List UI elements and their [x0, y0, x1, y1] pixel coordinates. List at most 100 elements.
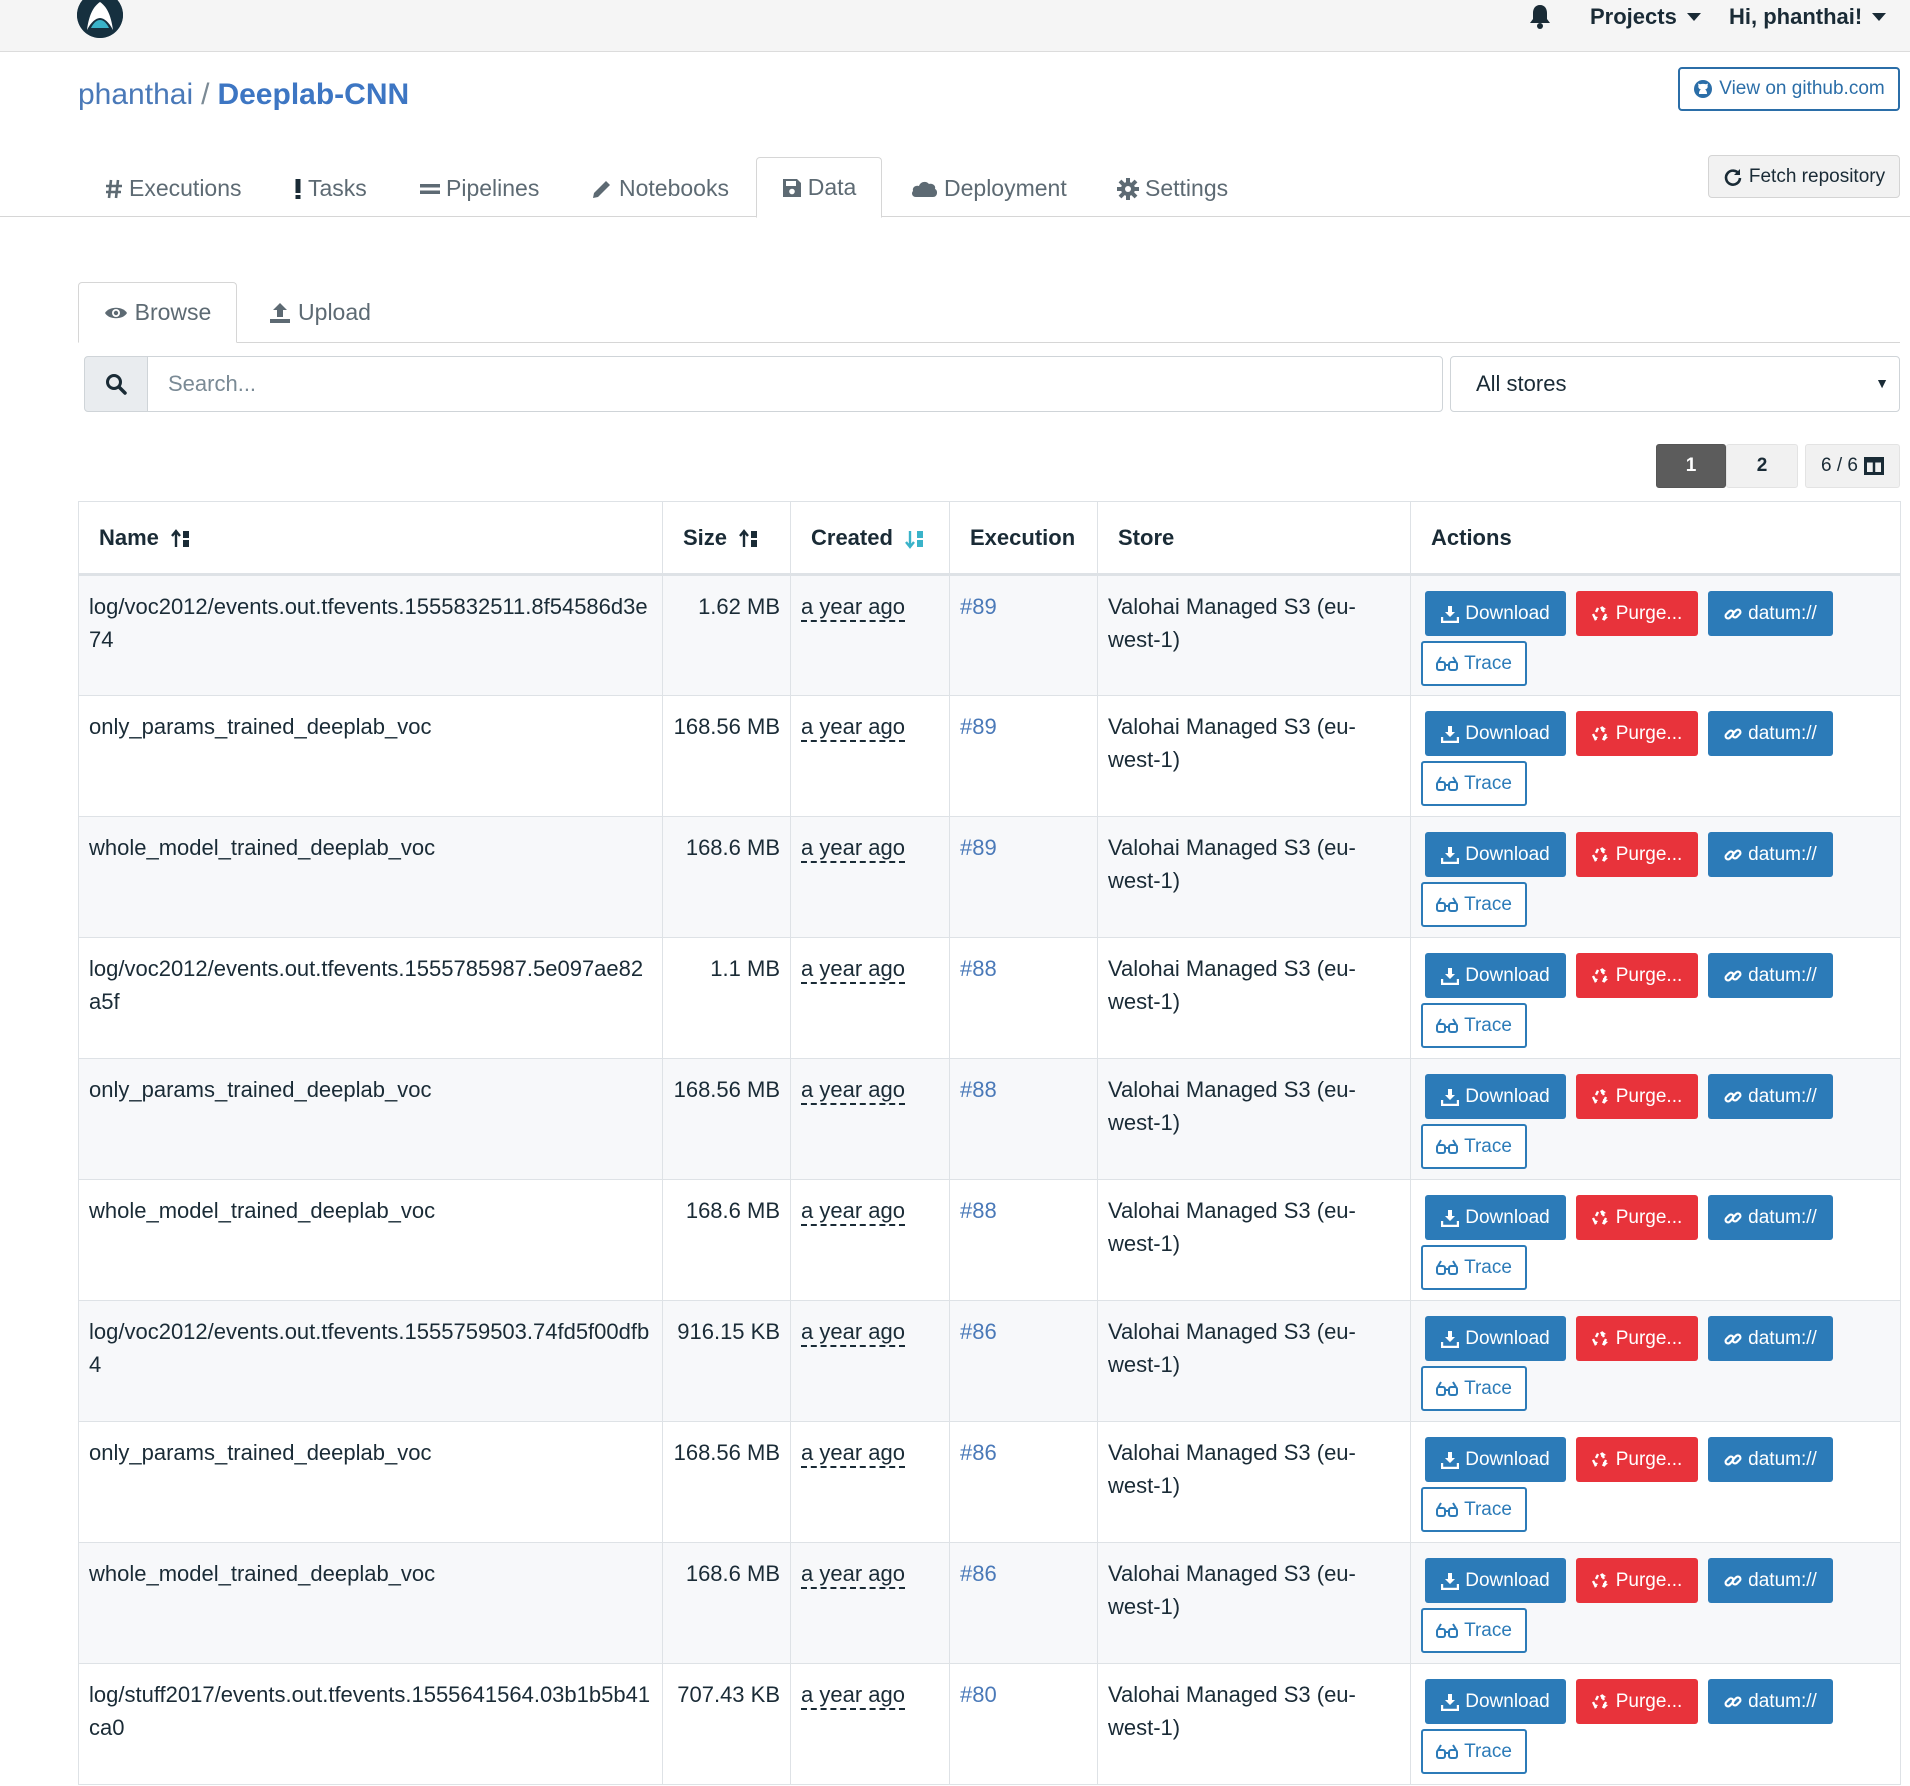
download-icon [1441, 1693, 1460, 1711]
store-select[interactable]: All stores ▼ [1450, 356, 1900, 412]
datum-link-button[interactable]: datum:// [1708, 1074, 1833, 1119]
tab-settings[interactable]: Settings [1117, 160, 1228, 217]
datum-label: datum:// [1748, 844, 1817, 865]
datum-link-button[interactable]: datum:// [1708, 1558, 1833, 1603]
download-button[interactable]: Download [1425, 1679, 1566, 1724]
valohai-logo-icon[interactable] [77, 0, 123, 38]
page-button-2[interactable]: 2 [1726, 444, 1798, 488]
trace-button[interactable]: Trace [1421, 1124, 1527, 1169]
tab-pipelines[interactable]: Pipelines [420, 160, 539, 217]
execution-link[interactable]: #88 [960, 956, 997, 981]
trace-button[interactable]: Trace [1421, 1608, 1527, 1653]
datum-link-button[interactable]: datum:// [1708, 711, 1833, 756]
trace-button[interactable]: Trace [1421, 1003, 1527, 1048]
purge-button[interactable]: Purge... [1576, 1679, 1698, 1724]
page-button-1[interactable]: 1 [1656, 444, 1726, 488]
gear-icon [1117, 177, 1139, 200]
file-name[interactable]: log/stuff2017/events.out.tfevents.155564… [78, 1663, 663, 1785]
file-name[interactable]: only_params_trained_deeplab_voc [78, 695, 663, 817]
datum-link-button[interactable]: datum:// [1708, 1679, 1833, 1724]
breadcrumb-project-link[interactable]: Deeplab-CNN [217, 78, 409, 111]
datum-label: datum:// [1748, 1449, 1817, 1470]
trace-button[interactable]: Trace [1421, 1487, 1527, 1532]
purge-button[interactable]: Purge... [1576, 1316, 1698, 1361]
upload-icon [270, 302, 291, 323]
datum-link-button[interactable]: datum:// [1708, 832, 1833, 877]
execution-link[interactable]: #80 [960, 1682, 997, 1707]
execution-link[interactable]: #89 [960, 835, 997, 860]
download-button[interactable]: Download [1425, 711, 1566, 756]
file-name[interactable]: whole_model_trained_deeplab_voc [78, 1542, 663, 1664]
download-button[interactable]: Download [1425, 1558, 1566, 1603]
download-button[interactable]: Download [1425, 1437, 1566, 1482]
subtab-upload[interactable]: Upload [265, 282, 375, 343]
breadcrumb-owner-link[interactable]: phanthai [78, 78, 193, 111]
store-name: Valohai Managed S3 (eu-west-1) [1097, 1663, 1411, 1785]
datum-link-button[interactable]: datum:// [1708, 953, 1833, 998]
sort-icon [739, 528, 758, 547]
datum-link-button[interactable]: datum:// [1708, 1195, 1833, 1240]
file-name[interactable]: only_params_trained_deeplab_voc [78, 1421, 663, 1543]
column-header-size[interactable]: Size [662, 501, 791, 576]
execution-link[interactable]: #88 [960, 1077, 997, 1102]
execution-link[interactable]: #86 [960, 1319, 997, 1344]
trace-button[interactable]: Trace [1421, 882, 1527, 927]
tab-data[interactable]: Data [756, 157, 882, 218]
execution-link[interactable]: #86 [960, 1561, 997, 1586]
user-menu-dropdown[interactable]: Hi, phanthai! [1729, 4, 1887, 30]
file-name[interactable]: log/voc2012/events.out.tfevents.15557595… [78, 1300, 663, 1422]
trace-button[interactable]: Trace [1421, 1729, 1527, 1774]
actions-row: Download Purge... datum:// [1421, 1195, 1890, 1240]
search-input[interactable] [147, 356, 1443, 412]
download-button[interactable]: Download [1425, 953, 1566, 998]
sort-desc-icon [905, 530, 924, 549]
file-name[interactable]: log/voc2012/events.out.tfevents.15557859… [78, 937, 663, 1059]
view-on-github-button[interactable]: View on github.com [1678, 67, 1900, 111]
columns-toggle-button[interactable]: 6 / 6 [1805, 444, 1900, 488]
purge-button[interactable]: Purge... [1576, 591, 1698, 636]
download-button[interactable]: Download [1425, 832, 1566, 877]
execution-link[interactable]: #89 [960, 594, 997, 619]
trace-button[interactable]: Trace [1421, 641, 1527, 686]
search-button[interactable] [84, 356, 148, 412]
datum-link-button[interactable]: datum:// [1708, 1316, 1833, 1361]
execution-link[interactable]: #89 [960, 714, 997, 739]
download-button[interactable]: Download [1425, 1316, 1566, 1361]
purge-button[interactable]: Purge... [1576, 1558, 1698, 1603]
fetch-repository-button[interactable]: Fetch repository [1708, 155, 1900, 198]
trace-button[interactable]: Trace [1421, 1245, 1527, 1290]
download-button[interactable]: Download [1425, 591, 1566, 636]
purge-button[interactable]: Purge... [1576, 832, 1698, 877]
execution-link[interactable]: #86 [960, 1440, 997, 1465]
actions-cell: Download Purge... datum:// Trace [1410, 1542, 1901, 1664]
trace-button[interactable]: Trace [1421, 1366, 1527, 1411]
purge-button[interactable]: Purge... [1576, 1195, 1698, 1240]
datum-link-button[interactable]: datum:// [1708, 1437, 1833, 1482]
actions-cell: Download Purge... datum:// Trace [1410, 1663, 1901, 1785]
column-header-created[interactable]: Created [790, 501, 950, 576]
datum-link-button[interactable]: datum:// [1708, 591, 1833, 636]
tab-notebooks[interactable]: Notebooks [591, 160, 729, 217]
trace-button[interactable]: Trace [1421, 761, 1527, 806]
download-button[interactable]: Download [1425, 1074, 1566, 1119]
execution-link[interactable]: #88 [960, 1198, 997, 1223]
file-name[interactable]: log/voc2012/events.out.tfevents.15558325… [78, 574, 663, 696]
purge-button[interactable]: Purge... [1576, 711, 1698, 756]
file-name[interactable]: whole_model_trained_deeplab_voc [78, 1179, 663, 1301]
trace-label: Trace [1464, 894, 1512, 915]
tab-tasks[interactable]: Tasks [294, 160, 367, 217]
file-name[interactable]: only_params_trained_deeplab_voc [78, 1058, 663, 1180]
tab-executions[interactable]: Executions [105, 160, 242, 217]
projects-dropdown[interactable]: Projects [1590, 4, 1701, 30]
column-header-name[interactable]: Name [78, 501, 663, 576]
file-name[interactable]: whole_model_trained_deeplab_voc [78, 816, 663, 938]
tab-deployment[interactable]: Deployment [910, 160, 1067, 217]
subtab-browse[interactable]: Browse [78, 282, 237, 343]
column-header-actions: Actions [1410, 501, 1901, 576]
purge-button[interactable]: Purge... [1576, 953, 1698, 998]
purge-button[interactable]: Purge... [1576, 1437, 1698, 1482]
purge-button[interactable]: Purge... [1576, 1074, 1698, 1119]
download-icon [1441, 846, 1460, 864]
notifications-bell-icon[interactable] [1529, 3, 1553, 29]
download-button[interactable]: Download [1425, 1195, 1566, 1240]
